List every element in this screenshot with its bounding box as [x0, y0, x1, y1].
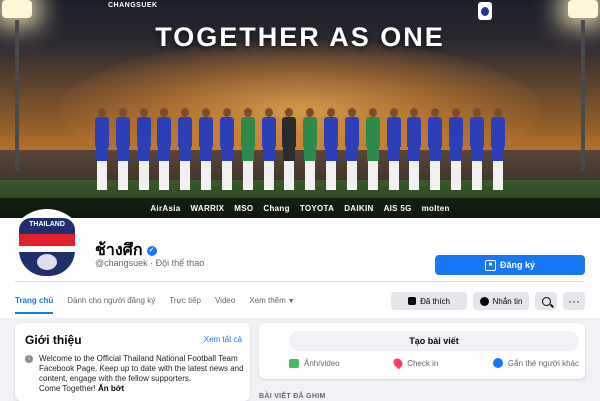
tab-more-label: Xem thêm: [249, 296, 286, 305]
subscribe-icon: ■: [484, 259, 496, 271]
sponsor-logo: DAIKIN: [344, 203, 374, 213]
search-button[interactable]: [535, 292, 557, 310]
pinned-posts-heading: BÀI VIẾT ĐÃ GHIM: [259, 393, 326, 400]
goalkeeper-figure: [303, 108, 318, 190]
post-composer: Tạo bài viết Ảnh/video Check in Gắn thẻ …: [259, 323, 585, 379]
cover-brand: CHANGSUEK: [108, 2, 158, 9]
cover-photo[interactable]: CHANGSUEK TOGETHER AS ONE AirAsia WARRIX…: [0, 0, 600, 218]
photo-video-label: Ảnh/video: [304, 358, 340, 368]
check-in-button[interactable]: Check in: [391, 356, 439, 370]
intro-tagline: Come Together!: [39, 384, 96, 393]
info-icon: i: [25, 355, 33, 363]
sponsor-logo: MSO: [234, 203, 254, 213]
tab-more[interactable]: Xem thêm ▼: [249, 292, 294, 314]
profile-header: THAILAND ช้างศึก ✓ @changsuek · Đội thể t…: [0, 212, 600, 318]
player-figure: [95, 108, 109, 190]
player-figure: [115, 108, 130, 190]
more-options-button[interactable]: ···: [563, 292, 585, 310]
verified-badge-icon: ✓: [146, 245, 157, 256]
sponsor-logo: TOYOTA: [299, 203, 335, 213]
page-name-text: ช้างศึก: [95, 242, 143, 259]
intro-title: Giới thiệu: [25, 333, 82, 347]
player-figure: [490, 108, 505, 190]
photo-icon: [289, 358, 299, 368]
sponsor-logo: AIS 5G: [383, 203, 412, 213]
composer-actions: Ảnh/video Check in Gắn thẻ người khác: [289, 356, 579, 370]
page-tabs: Trang chủ Dành cho người đăng ký Trực ti…: [15, 292, 309, 314]
player-figure: [449, 108, 464, 190]
player-figure: [136, 108, 151, 190]
player-figure: [324, 108, 339, 190]
avatar[interactable]: THAILAND: [12, 212, 82, 282]
caret-down-icon: ▼: [287, 298, 295, 305]
tab-live[interactable]: Trực tiếp: [169, 292, 201, 314]
cover-slogan: TOGETHER AS ONE: [155, 22, 445, 52]
thailand-crest-icon: THAILAND: [19, 218, 75, 276]
sponsor-logo: AirAsia: [150, 203, 181, 213]
message-label: Nhắn tin: [492, 296, 523, 306]
tag-person-icon: [492, 358, 503, 368]
player-figure: [199, 108, 214, 190]
tag-people-label: Gắn thẻ người khác: [507, 358, 579, 368]
sponsor-strip: AirAsia WARRIX MSO Chang TOYOTA DAIKIN A…: [0, 198, 600, 218]
tab-subscribers[interactable]: Dành cho người đăng ký: [67, 292, 155, 314]
player-figure: [344, 108, 359, 190]
check-in-label: Check in: [407, 358, 439, 368]
tag-people-button[interactable]: Gắn thẻ người khác: [492, 358, 579, 368]
player-figure: [261, 108, 276, 190]
goalkeeper-figure: [365, 108, 380, 190]
message-button[interactable]: Nhắn tin: [473, 292, 529, 310]
tab-video[interactable]: Video: [215, 292, 235, 314]
liked-label: Đã thích: [420, 296, 450, 306]
intro-card: Giới thiệu Xem tất cả i Welcome to the O…: [15, 323, 250, 401]
more-dots-icon: ···: [568, 294, 580, 308]
sponsor-logo: molten: [421, 203, 450, 213]
tab-home[interactable]: Trang chủ: [15, 292, 54, 314]
subscribe-label: Đăng ký: [499, 260, 535, 270]
create-post-button[interactable]: Tạo bài viết: [289, 331, 579, 351]
sponsor-logo: WARRIX: [190, 203, 225, 213]
location-pin-icon: [391, 356, 405, 370]
liked-button[interactable]: Đã thích: [391, 292, 467, 310]
intro-description: Welcome to the Official Thailand Nationa…: [39, 354, 244, 383]
see-all-link[interactable]: Xem tất cả: [204, 335, 242, 344]
player-figure: [428, 108, 443, 190]
subscribe-button[interactable]: ■ Đăng ký: [435, 255, 585, 275]
goalkeeper-figure: [240, 108, 255, 190]
sponsor-logo: Chang: [263, 203, 290, 213]
divider: [15, 281, 585, 282]
crest-icon: [478, 2, 492, 20]
page-actions: Đã thích Nhắn tin ···: [391, 292, 585, 310]
player-figure: [219, 108, 234, 190]
photo-video-button[interactable]: Ảnh/video: [289, 358, 340, 368]
intro-more: Come Together! Ẩn bớt: [39, 384, 124, 393]
thumbs-up-icon: [408, 297, 417, 305]
collapse-link[interactable]: Ẩn bớt: [98, 384, 124, 393]
page-handle: @changsuek · Đội thể thao: [95, 258, 205, 268]
player-figure: [386, 108, 401, 190]
player-figure: [178, 108, 193, 190]
player-figure: [407, 108, 422, 190]
player-figure: [157, 108, 172, 190]
coach-figure: [282, 108, 297, 190]
search-icon: [541, 296, 551, 306]
player-figure: [469, 108, 484, 190]
messenger-icon: [479, 296, 489, 306]
team-lineup: [95, 100, 505, 190]
